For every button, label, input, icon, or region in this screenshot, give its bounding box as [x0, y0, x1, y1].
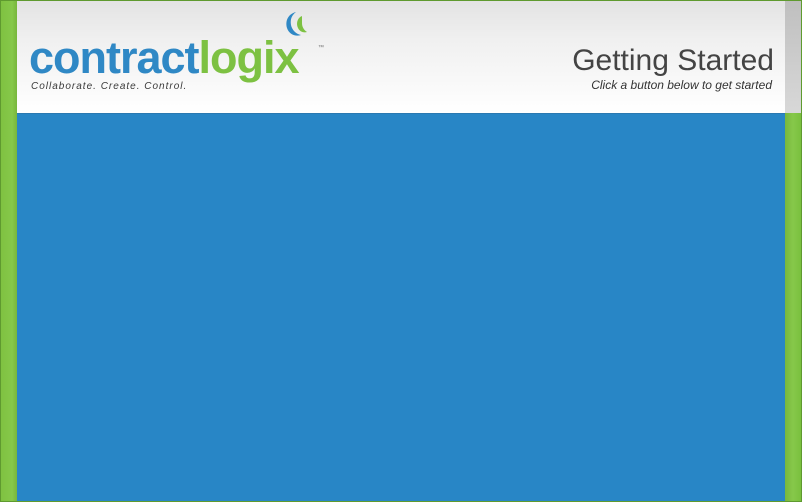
left-green-rail: [1, 1, 17, 501]
logo-logix-text: logix: [198, 32, 300, 83]
logo-contract-text: contract: [29, 32, 200, 83]
page-subtitle: Click a button below to get started: [591, 78, 772, 92]
trademark-symbol: ™: [318, 45, 324, 51]
logo-wordmark: contractlogix: [29, 32, 300, 83]
contractlogix-logo: contractlogix ™ Collaborate. Create. Con…: [29, 10, 329, 100]
brand-tagline: Collaborate. Create. Control.: [31, 81, 188, 92]
page-title: Getting Started: [572, 44, 774, 77]
header-bar: contractlogix ™ Collaborate. Create. Con…: [17, 1, 785, 113]
main-content-panel: [17, 113, 785, 501]
header-shadow-strip: [785, 1, 801, 113]
